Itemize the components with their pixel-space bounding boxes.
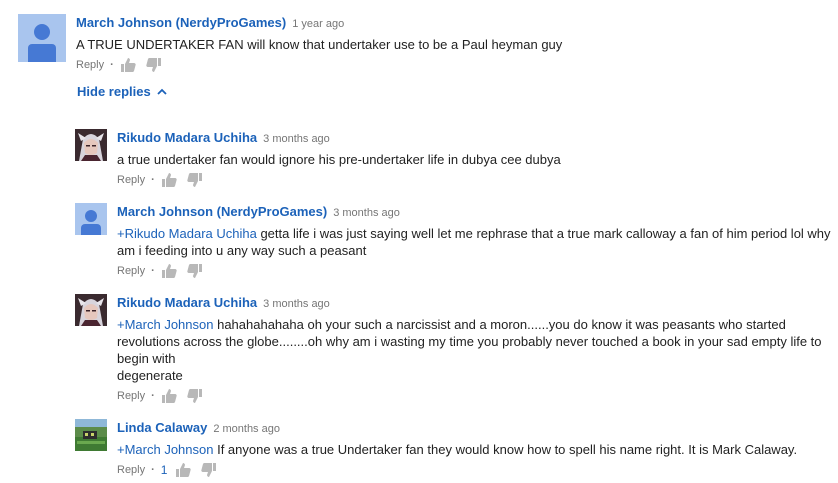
comment-thread-top: March Johnson (NerdyProGames) 1 year ago … — [18, 14, 818, 74]
reply-button[interactable]: Reply — [117, 462, 145, 478]
mention-link[interactable]: +March Johnson — [117, 317, 213, 332]
reply-header: March Johnson (NerdyProGames) 3 months ag… — [117, 203, 835, 222]
thumbs-up-icon[interactable] — [120, 57, 136, 73]
reply-actions: Reply · — [117, 172, 835, 188]
reply-button[interactable]: Reply — [76, 57, 104, 73]
thumbs-up-icon[interactable] — [175, 462, 192, 478]
reply-actions: Reply · — [117, 263, 835, 279]
chevron-up-icon[interactable] — [157, 88, 167, 95]
thumbs-down-icon[interactable] — [187, 263, 203, 279]
comment-text: A TRUE UNDERTAKER FAN will know that und… — [76, 37, 563, 52]
anime-character-avatar[interactable] — [75, 294, 107, 326]
thumbs-up-icon[interactable] — [161, 263, 177, 279]
separator-dot: · — [151, 174, 155, 186]
reply-item: March Johnson (NerdyProGames) 3 months ag… — [75, 203, 835, 283]
reply-button[interactable]: Reply — [117, 388, 145, 404]
reply-text: a true undertaker fan would ignore his p… — [117, 152, 561, 167]
thumbs-up-icon[interactable] — [161, 172, 177, 188]
separator-dot: · — [151, 390, 155, 402]
reply-item: Rikudo Madara Uchiha 3 months ago a true … — [75, 129, 835, 189]
thumbs-down-icon[interactable] — [201, 462, 217, 478]
reply-header: Rikudo Madara Uchiha 3 months ago — [117, 129, 835, 148]
thumbs-down-icon[interactable] — [187, 388, 203, 404]
reply-author[interactable]: March Johnson (NerdyProGames) — [117, 204, 327, 219]
reply-header: Linda Calaway 2 months ago — [117, 419, 835, 438]
reply-content: Linda Calaway 2 months ago +March Johnson… — [117, 419, 835, 478]
reply-actions: Reply · — [117, 388, 835, 404]
reply-time[interactable]: 3 months ago — [333, 207, 400, 219]
hide-replies-button[interactable]: Hide replies — [77, 84, 167, 99]
reply-actions: Reply · 1 — [117, 462, 835, 478]
mention-link[interactable]: +Rikudo Madara Uchiha — [117, 226, 257, 241]
hide-replies-label[interactable]: Hide replies — [77, 84, 151, 99]
landscape-photo-avatar[interactable] — [75, 419, 107, 451]
mention-link[interactable]: +March Johnson — [117, 442, 213, 457]
comment-actions: Reply · — [76, 57, 818, 73]
default-user-avatar[interactable] — [75, 203, 107, 235]
comment-content: March Johnson (NerdyProGames) 1 year ago … — [76, 14, 818, 73]
reply-text: +Rikudo Madara Uchiha getta life i was j… — [117, 225, 835, 259]
reply-author[interactable]: Rikudo Madara Uchiha — [117, 295, 257, 310]
reply-text-body: If anyone was a true Undertaker fan they… — [213, 442, 798, 457]
reply-content: Rikudo Madara Uchiha 3 months ago a true … — [117, 129, 835, 188]
thumbs-down-icon[interactable] — [146, 57, 162, 73]
separator-dot: · — [151, 464, 155, 476]
reply-time[interactable]: 3 months ago — [263, 298, 330, 310]
reply-author[interactable]: Rikudo Madara Uchiha — [117, 130, 257, 145]
like-count: 1 — [160, 463, 168, 477]
anime-character-avatar[interactable] — [75, 129, 107, 161]
reply-content: Rikudo Madara Uchiha 3 months ago +March … — [117, 294, 835, 404]
reply-text-body: hahahahahaha oh your such a narcissist a… — [117, 317, 822, 366]
comment-time[interactable]: 1 year ago — [292, 18, 344, 30]
thumbs-up-icon[interactable] — [161, 388, 177, 404]
reply-text: +March Johnson If anyone was a true Unde… — [117, 441, 835, 458]
separator-dot: · — [151, 265, 155, 277]
reply-author[interactable]: Linda Calaway — [117, 420, 207, 435]
default-user-avatar[interactable] — [18, 14, 66, 62]
reply-button[interactable]: Reply — [117, 263, 145, 279]
reply-time[interactable]: 3 months ago — [263, 133, 330, 145]
thumbs-down-icon[interactable] — [187, 172, 203, 188]
separator-dot: · — [110, 59, 114, 71]
reply-content: March Johnson (NerdyProGames) 3 months ag… — [117, 203, 835, 279]
reply-text: +March Johnson hahahahahaha oh your such… — [117, 316, 835, 384]
reply-button[interactable]: Reply — [117, 172, 145, 188]
reply-text-line2: degenerate — [117, 368, 183, 383]
reply-time[interactable]: 2 months ago — [213, 423, 280, 435]
reply-item: Linda Calaway 2 months ago +March Johnson… — [75, 419, 835, 477]
reply-item: Rikudo Madara Uchiha 3 months ago +March … — [75, 294, 835, 404]
comment-author[interactable]: March Johnson (NerdyProGames) — [76, 15, 286, 30]
reply-header: Rikudo Madara Uchiha 3 months ago — [117, 294, 835, 313]
comment-header: March Johnson (NerdyProGames) 1 year ago — [76, 14, 818, 33]
